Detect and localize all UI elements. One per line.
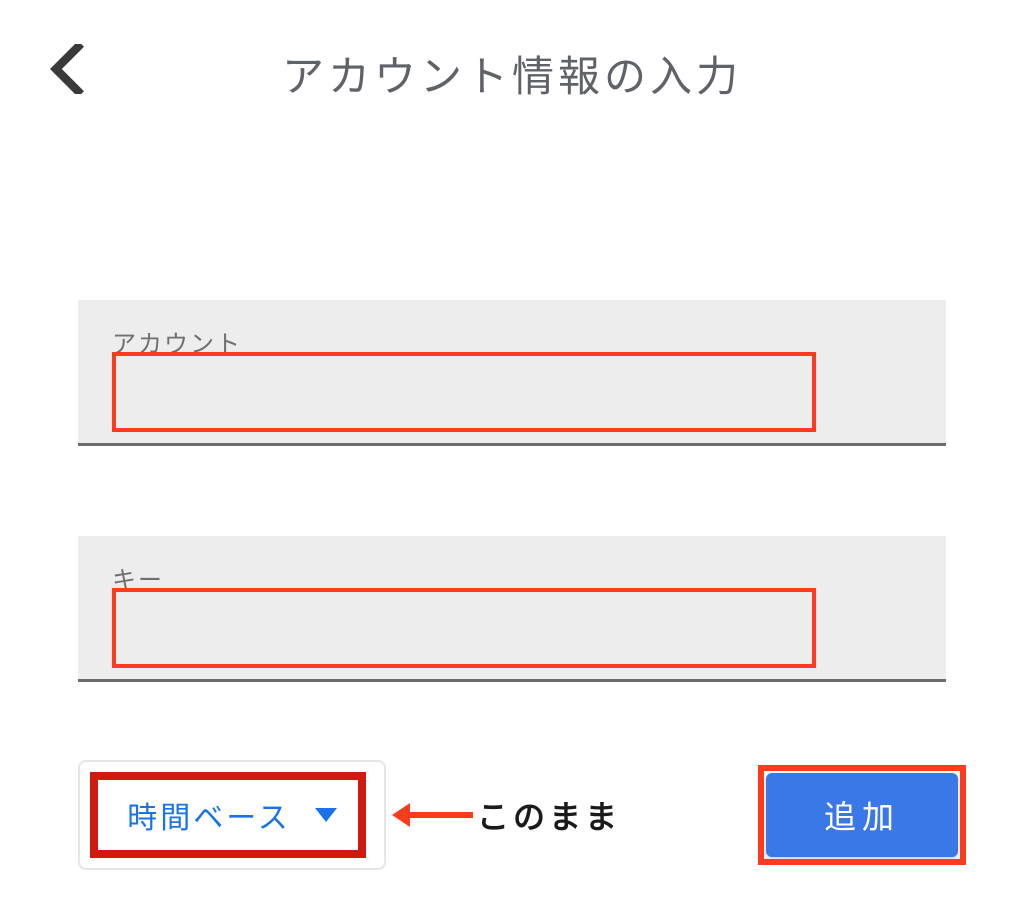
account-label: アカウント: [112, 324, 912, 359]
type-dropdown-label: 時間ベース: [127, 793, 291, 837]
add-button[interactable]: 追加: [766, 773, 958, 857]
key-label: キー: [112, 560, 912, 595]
annotation-arrow: このまま: [392, 792, 621, 838]
key-field: キー: [78, 536, 946, 682]
arrow-line: [409, 812, 473, 818]
type-dropdown[interactable]: 時間ベース: [78, 760, 386, 870]
back-icon[interactable]: [50, 44, 84, 94]
account-input[interactable]: [112, 365, 912, 433]
chevron-down-icon: [315, 808, 337, 822]
page-title: アカウント情報の入力: [48, 43, 976, 104]
key-input[interactable]: [112, 601, 912, 669]
annotation-text: このまま: [477, 792, 621, 838]
arrow-left-icon: [392, 803, 410, 827]
account-field: アカウント: [78, 300, 946, 446]
